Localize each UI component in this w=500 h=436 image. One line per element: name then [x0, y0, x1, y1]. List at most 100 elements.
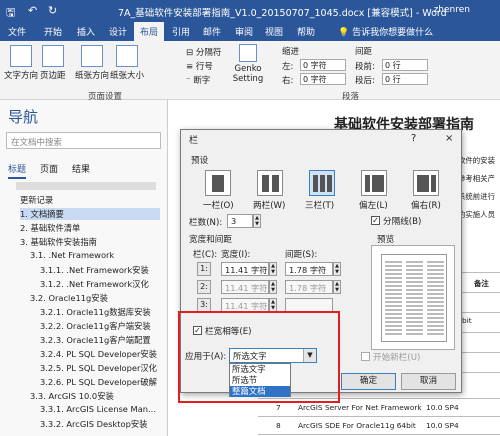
nav-item[interactable]: 3.3.1. ArcGIS License Man... — [40, 404, 156, 414]
user-name[interactable]: zhenren — [434, 5, 470, 15]
help-button[interactable]: ? — [411, 133, 416, 144]
preset-right-label: 偏右(R) — [411, 201, 441, 211]
nav-title: 导航 — [8, 108, 39, 126]
nav-item[interactable]: 3.2.1. Oracle11g数据库安装 — [40, 306, 151, 318]
line-numbers-button[interactable]: ≡ 行号 — [186, 60, 213, 72]
save-icon[interactable]: 🖫 — [6, 4, 15, 23]
nav-item[interactable]: 2. 基础软件清单 — [20, 222, 80, 234]
redo-icon[interactable]: ↻ — [48, 4, 57, 17]
margins-button[interactable]: 页边距 — [40, 45, 66, 81]
nav-item[interactable]: 3. 基础软件安装指南 — [20, 236, 97, 248]
line-between-label: 分隔线(B) — [383, 217, 422, 227]
tab-design[interactable]: 设计 — [109, 25, 127, 38]
start-new-column-checkbox — [361, 352, 370, 361]
margins-label: 页边距 — [40, 71, 66, 81]
window-title: 7A_基础软件安装部署指南_V1.0_20150707_1045.docx [兼… — [118, 8, 447, 19]
spacing-after-input[interactable]: 0 行 — [382, 73, 428, 85]
table-line — [458, 372, 500, 373]
genko-setting-button[interactable]: Genko Setting — [230, 44, 266, 84]
tell-me-box[interactable]: 💡 告诉我你想要做什么 — [338, 25, 433, 38]
preset-left-button[interactable] — [361, 170, 387, 196]
indent-right-input[interactable]: 0 字符 — [300, 73, 346, 85]
hyphenation-label: 断字 — [193, 76, 211, 86]
preview-column — [385, 261, 402, 337]
nav-tab-headings[interactable]: 标题 — [8, 165, 27, 179]
hyphenation-button[interactable]: ⁻ 断字 — [186, 74, 210, 86]
cancel-button[interactable]: 取消 — [401, 373, 456, 390]
preview-column — [427, 261, 444, 337]
two-column-icon-b — [272, 175, 279, 192]
table-row-name: ArcGIS SDE For Oracle11g 64bit — [298, 421, 416, 430]
preset-three-button[interactable] — [309, 170, 335, 196]
num-cols-label: 栏数(N): — [189, 218, 223, 228]
preview-column — [406, 261, 423, 337]
num-cols-spinner[interactable]: ▲ ▼ — [253, 214, 261, 228]
nav-item[interactable]: 3.2.6. PL SQL Developer破解 — [40, 376, 157, 388]
nav-tab-results[interactable]: 结果 — [72, 165, 90, 175]
preview-pane — [371, 245, 455, 350]
tab-layout[interactable]: 布局 — [134, 22, 165, 41]
table-header-note: 备注 — [474, 279, 489, 288]
two-column-icon — [262, 175, 269, 192]
nav-item[interactable]: 3.3.2. ArcGIS Desktop安装 — [40, 418, 147, 430]
breaks-button[interactable]: ⊟ 分隔符 — [186, 46, 221, 58]
nav-tab-pages[interactable]: 页面 — [40, 165, 58, 175]
tab-review[interactable]: 审阅 — [235, 25, 253, 38]
table-line — [458, 272, 500, 273]
table-row-version: 10.0 SP4 — [426, 403, 459, 412]
nav-item-selected[interactable]: 1. 文档摘要 — [20, 208, 160, 220]
ribbon: 文字方向 页边距 纸张方向 纸张大小 ⊟ 分隔符 ≡ 行号 ⁻ 断字 Genko… — [0, 41, 500, 102]
tab-help[interactable]: 帮助 — [297, 25, 315, 38]
nav-item[interactable]: 3.2.3. Oracle11g客户端配置 — [40, 334, 151, 346]
undo-icon[interactable]: ↶ — [28, 4, 37, 17]
nav-scrollbar[interactable] — [16, 182, 156, 190]
col-1-width-spinner[interactable]: ▲ ▼ — [269, 262, 277, 276]
tab-view[interactable]: 视图 — [265, 25, 283, 38]
ok-button[interactable]: 确定 — [341, 373, 396, 390]
preset-label: 预设 — [191, 156, 209, 166]
tab-insert[interactable]: 插入 — [77, 25, 95, 38]
orientation-icon — [81, 45, 103, 67]
nav-item[interactable]: 3.3. ArcGIS 10.0安装 — [30, 390, 114, 402]
right-column-icon-b — [431, 175, 436, 192]
ribbon-tabs: 文件 开始 插入 设计 布局 引用 邮件 审阅 视图 帮助 💡 告诉我你想要做什… — [0, 22, 500, 41]
col-1-width-input[interactable]: 11.41 字符 — [221, 262, 269, 276]
tab-references[interactable]: 引用 — [172, 25, 190, 38]
tab-file[interactable]: 文件 — [8, 25, 26, 38]
col-header: 栏(C): — [193, 250, 218, 260]
nav-search-input[interactable]: 在文档中搜索 — [6, 132, 161, 149]
tab-home[interactable]: 开始 — [44, 25, 62, 38]
close-button[interactable]: × — [445, 133, 453, 144]
nav-item[interactable]: 3.1.2. .Net Framework汉化 — [40, 278, 149, 290]
nav-item[interactable]: 3.2. Oracle11g安装 — [30, 292, 108, 304]
num-cols-input[interactable]: 3 — [227, 214, 253, 228]
table-row-no: 8 — [276, 421, 281, 430]
size-button[interactable]: 纸张大小 — [110, 45, 144, 81]
doc-text-fragment: 软件的安装 — [458, 156, 495, 165]
text-direction-icon — [10, 45, 32, 67]
width-header: 宽度(I): — [221, 250, 251, 260]
nav-item[interactable]: 3.2.4. PL SQL Developer安装 — [40, 348, 157, 360]
text-direction-button[interactable]: 文字方向 — [4, 45, 38, 81]
indent-left-input[interactable]: 0 字符 — [300, 59, 346, 71]
col-2-spacing-input: 1.78 字符 — [285, 280, 333, 294]
spacing-before-input[interactable]: 0 行 — [382, 59, 428, 71]
line-between-checkbox[interactable]: ✓ — [371, 216, 380, 225]
preset-two-button[interactable] — [257, 170, 283, 196]
nav-tabs: 标题 页面 结果 — [8, 162, 104, 179]
col-1-spacing-spinner[interactable]: ▲ ▼ — [333, 262, 341, 276]
genko-icon — [239, 44, 257, 62]
nav-item[interactable]: 3.1. .Net Framework — [30, 250, 114, 260]
table-line — [458, 292, 500, 293]
tab-mailings[interactable]: 邮件 — [203, 25, 221, 38]
nav-item[interactable]: 3.2.5. PL SQL Developer汉化 — [40, 362, 157, 374]
nav-item[interactable]: 更新记录 — [20, 194, 53, 206]
nav-item[interactable]: 3.1.1. .Net Framework安装 — [40, 264, 149, 276]
preset-right-button[interactable] — [413, 170, 439, 196]
preset-one-button[interactable] — [205, 170, 231, 196]
lightbulb-icon: 💡 — [338, 28, 350, 38]
col-3-width-spinner: ▲ ▼ — [269, 298, 277, 312]
orientation-button[interactable]: 纸张方向 — [75, 45, 109, 81]
col-1-spacing-input[interactable]: 1.78 字符 — [285, 262, 333, 276]
nav-item[interactable]: 3.2.2. Oracle11g客户端安装 — [40, 320, 151, 332]
